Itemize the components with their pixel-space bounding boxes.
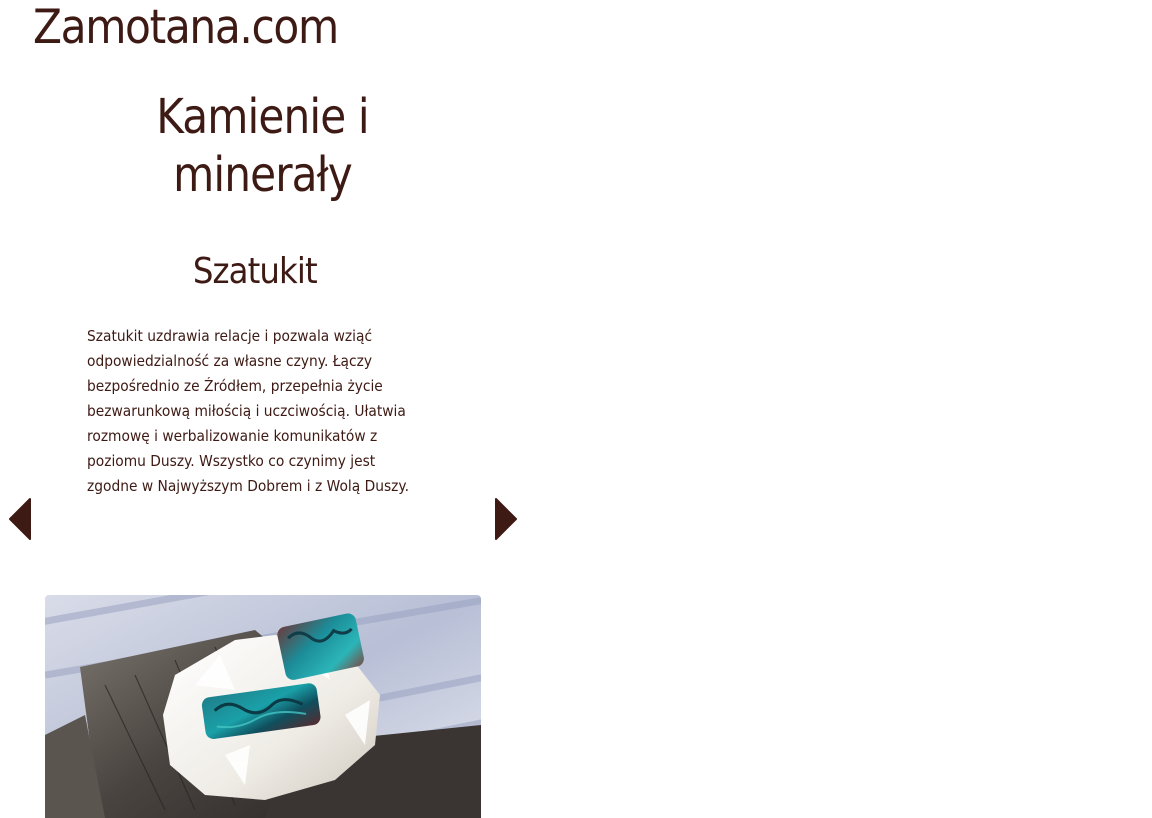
stone-name-heading: Szatukit <box>105 250 405 294</box>
page-title: Kamienie i minerały <box>90 88 435 204</box>
stone-photo-image <box>45 595 481 818</box>
page-title-line-2: minerały <box>173 147 353 203</box>
carousel-next-button[interactable] <box>494 498 518 540</box>
stone-name: Szatukit <box>193 251 318 292</box>
stone-photo <box>45 595 481 818</box>
caret-left-icon <box>9 498 31 540</box>
carousel-prev-button[interactable] <box>8 498 32 540</box>
site-logo[interactable]: Zamotana.com <box>33 4 339 51</box>
caret-right-icon <box>495 498 517 540</box>
stone-description: Szatukit uzdrawia relacje i pozwala wzią… <box>87 327 409 495</box>
page-title-line-1: Kamienie i <box>156 89 369 145</box>
